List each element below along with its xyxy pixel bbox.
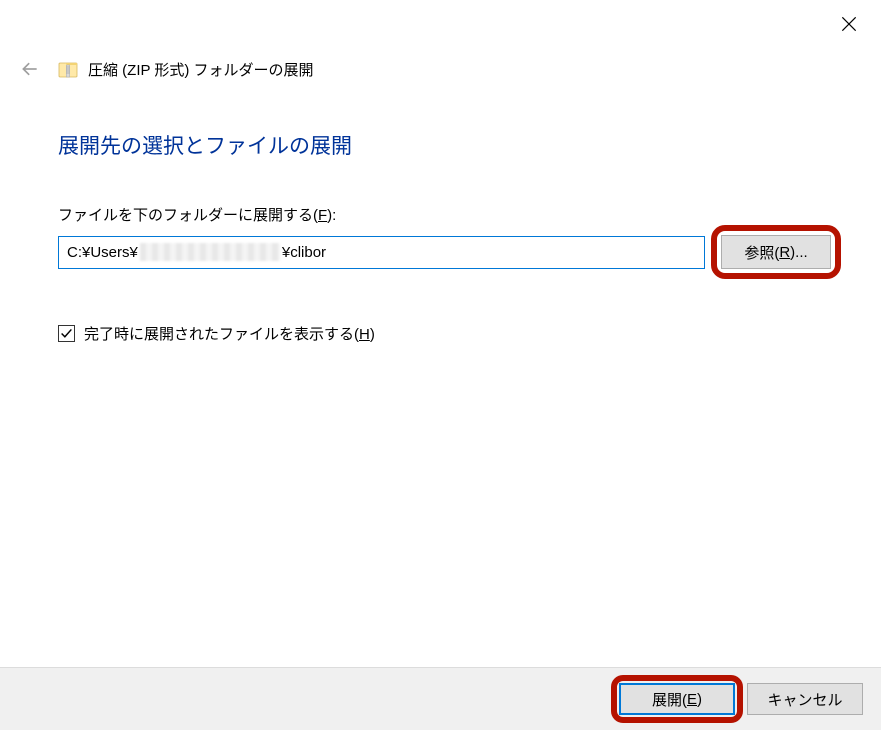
path-prefix: C:¥Users¥ (67, 244, 138, 261)
close-icon (839, 14, 859, 34)
check-icon (60, 327, 73, 340)
dialog-title: 圧縮 (ZIP 形式) フォルダーの展開 (88, 59, 314, 80)
show-files-checkbox-label: 完了時に展開されたファイルを表示する(H) (84, 323, 375, 344)
show-files-checkbox[interactable] (58, 325, 75, 342)
browse-button[interactable]: 参照(R)... (721, 235, 831, 269)
dialog-header: 圧縮 (ZIP 形式) フォルダーの展開 (18, 56, 861, 82)
section-heading: 展開先の選択とファイルの展開 (58, 130, 831, 160)
back-button[interactable] (18, 57, 42, 81)
zip-folder-icon (58, 59, 78, 79)
close-button[interactable] (839, 14, 859, 38)
extract-wrap: 展開(E) (619, 683, 735, 715)
extract-button[interactable]: 展開(E) (619, 683, 735, 715)
browse-wrap: 参照(R)... (721, 235, 831, 269)
dialog-content: 展開先の選択とファイルの展開 ファイルを下のフォルダーに展開する(F): C:¥… (58, 130, 831, 344)
show-files-checkbox-row: 完了時に展開されたファイルを表示する(H) (58, 323, 831, 344)
path-suffix: ¥clibor (282, 244, 326, 261)
destination-label: ファイルを下のフォルダーに展開する(F): (58, 204, 831, 225)
arrow-left-icon (20, 59, 40, 79)
destination-row: C:¥Users¥ ¥clibor 参照(R)... (58, 235, 831, 269)
destination-input[interactable]: C:¥Users¥ ¥clibor (58, 236, 705, 269)
dialog-footer: 展開(E) キャンセル (0, 667, 881, 730)
redacted-segment (140, 243, 280, 261)
cancel-button[interactable]: キャンセル (747, 683, 863, 715)
extract-zip-dialog: 圧縮 (ZIP 形式) フォルダーの展開 展開先の選択とファイルの展開 ファイル… (0, 0, 881, 730)
